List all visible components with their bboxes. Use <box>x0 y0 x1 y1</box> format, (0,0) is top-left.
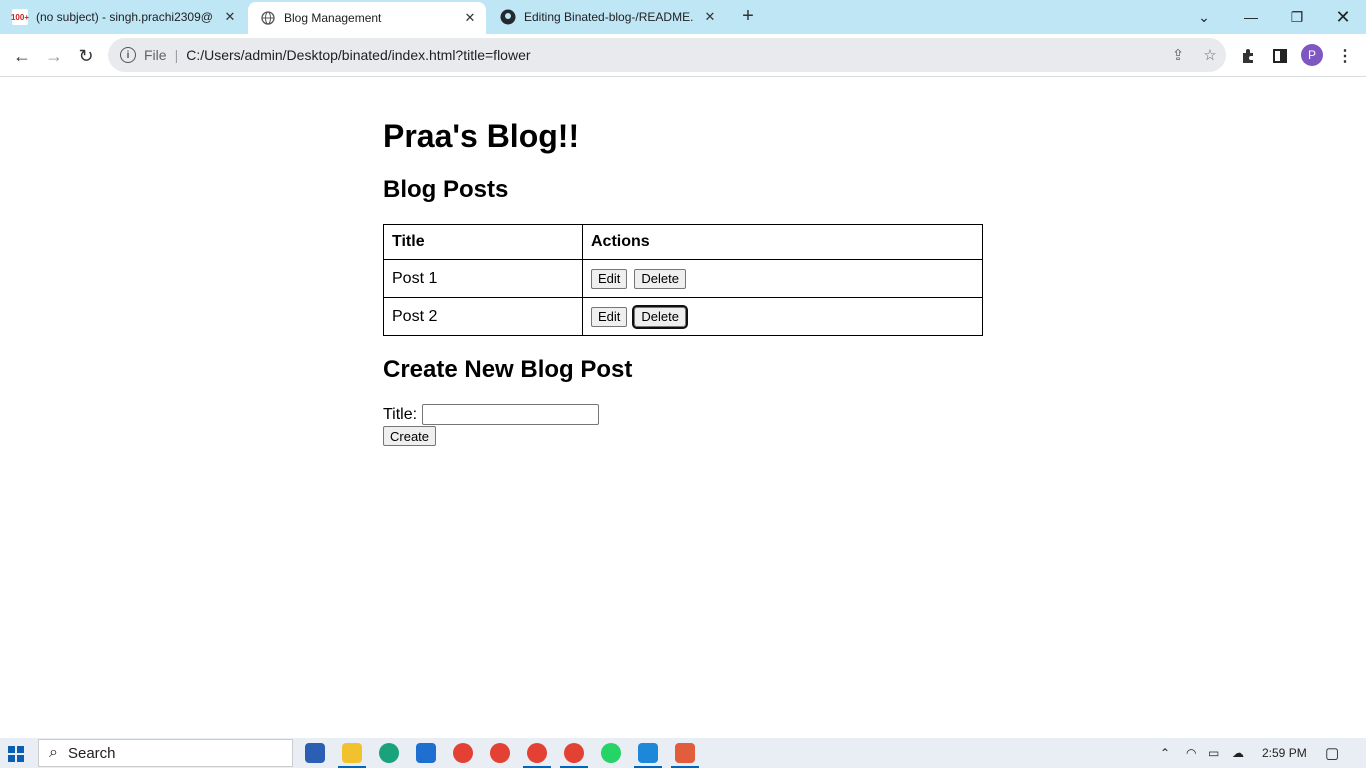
chrome-window-icon[interactable] <box>560 743 588 768</box>
search-placeholder: Search <box>67 744 116 762</box>
new-tab-icon[interactable]: + <box>738 6 758 26</box>
clock-time[interactable]: 2:59 PM <box>1262 738 1307 768</box>
actions-cell: Edit Delete <box>582 259 983 298</box>
tab-title: (no subject) - singh.prachi2309@ <box>36 10 213 24</box>
wifi-icon[interactable]: ◠ <box>1186 738 1196 768</box>
page-viewport: Praa's Blog!! Blog Posts Title Actions P… <box>0 77 1366 738</box>
create-heading: Create New Blog Post <box>383 356 633 383</box>
restore-icon[interactable]: ❐ <box>1274 0 1320 34</box>
vscode-icon[interactable] <box>634 743 662 768</box>
tab-blog-management[interactable]: Blog Management ✕ <box>248 2 486 34</box>
mail-icon[interactable] <box>416 743 436 763</box>
whatsapp-icon[interactable] <box>601 743 621 763</box>
gmail-icon: 100+ <box>11 9 29 25</box>
page-title: Praa's Blog!! <box>383 118 580 154</box>
tab-title: Blog Management <box>284 11 382 25</box>
tab-gmail[interactable]: 100+ (no subject) - singh.prachi2309@ ✕ <box>0 0 246 34</box>
posts-heading: Blog Posts <box>383 176 509 203</box>
blog-content: Praa's Blog!! Blog Posts Title Actions P… <box>383 77 983 446</box>
file-explorer-icon[interactable] <box>338 743 366 768</box>
taskbar-search[interactable]: ⌕ Search <box>38 739 293 767</box>
chrome-active-icon[interactable] <box>523 743 551 768</box>
tab-search-chevron-icon[interactable]: ⌄ <box>1181 0 1227 34</box>
edit-button[interactable]: Edit <box>591 268 628 289</box>
tray-chevron-icon[interactable]: ⌃ <box>1160 738 1170 768</box>
address-bar[interactable]: i File | C:/Users/admin/Desktop/binated/… <box>108 38 1226 72</box>
search-icon: ⌕ <box>49 744 58 761</box>
edit-button[interactable]: Edit <box>591 306 628 327</box>
back-icon[interactable]: ← <box>8 42 36 70</box>
close-icon[interactable]: ✕ <box>220 9 240 25</box>
title-input[interactable] <box>422 404 600 425</box>
close-icon[interactable]: ✕ <box>460 10 480 26</box>
widgets-icon[interactable] <box>305 743 325 763</box>
minimize-icon[interactable]: — <box>1228 0 1274 34</box>
battery-icon[interactable]: ▭ <box>1208 738 1219 768</box>
bookmark-star-icon[interactable]: ☆ <box>1194 46 1226 64</box>
chrome-icon[interactable] <box>453 743 473 763</box>
share-icon[interactable]: ⇪ <box>1162 46 1194 64</box>
chrome-profile-icon[interactable] <box>490 743 510 763</box>
windows-start-icon[interactable] <box>8 746 24 762</box>
post-title-cell: Post 2 <box>383 297 583 336</box>
table-row: Post 2 Edit Delete <box>383 297 983 336</box>
windows-taskbar: ⌕ Search ⌃ ◠ ▭ ☁ 2:59 PM ▢ <box>0 738 1366 768</box>
posts-table: Title Actions Post 1 Edit Delete Post 2 E… <box>383 224 983 336</box>
column-header-title: Title <box>383 224 583 260</box>
post-title-cell: Post 1 <box>383 259 583 298</box>
edge-icon[interactable] <box>379 743 399 763</box>
scheme-label: File <box>144 47 167 63</box>
title-label: Title: <box>383 405 418 423</box>
delete-button[interactable]: Delete <box>634 268 686 289</box>
window-close-icon[interactable]: ✕ <box>1320 0 1366 34</box>
notifications-icon[interactable]: ▢ <box>1325 738 1339 768</box>
tab-title: Editing Binated-blog-/README. <box>524 10 694 24</box>
title-form-row: Title: <box>383 404 983 425</box>
url-text[interactable]: C:/Users/admin/Desktop/binated/index.htm… <box>186 47 1162 63</box>
tab-github-editing[interactable]: Editing Binated-blog-/README. ✕ <box>488 0 726 34</box>
github-icon <box>500 9 516 25</box>
globe-icon <box>260 10 276 26</box>
info-icon[interactable]: i <box>120 47 136 63</box>
browser-tabbar: 100+ (no subject) - singh.prachi2309@ ✕ … <box>0 0 1366 34</box>
profile-avatar[interactable]: P <box>1301 44 1323 66</box>
forward-icon[interactable]: → <box>40 42 68 70</box>
table-header-row: Title Actions <box>383 224 983 260</box>
delete-button[interactable]: Delete <box>632 304 688 329</box>
actions-cell: Edit Delete <box>582 297 983 336</box>
side-panel-icon[interactable] <box>1268 44 1292 68</box>
create-button[interactable]: Create <box>383 426 437 446</box>
column-header-actions: Actions <box>582 224 983 260</box>
browser-toolbar: ← → ↻ i File | C:/Users/admin/Desktop/bi… <box>0 34 1366 77</box>
kebab-menu-icon[interactable]: ⋮ <box>1333 44 1357 68</box>
reload-icon[interactable]: ↻ <box>72 42 100 70</box>
divider: | <box>174 47 179 63</box>
close-icon[interactable]: ✕ <box>700 9 720 25</box>
paint-icon[interactable] <box>671 743 699 768</box>
extensions-puzzle-icon[interactable] <box>1236 44 1260 68</box>
table-row: Post 1 Edit Delete <box>383 259 983 298</box>
onedrive-cloud-icon[interactable]: ☁ <box>1232 738 1244 768</box>
